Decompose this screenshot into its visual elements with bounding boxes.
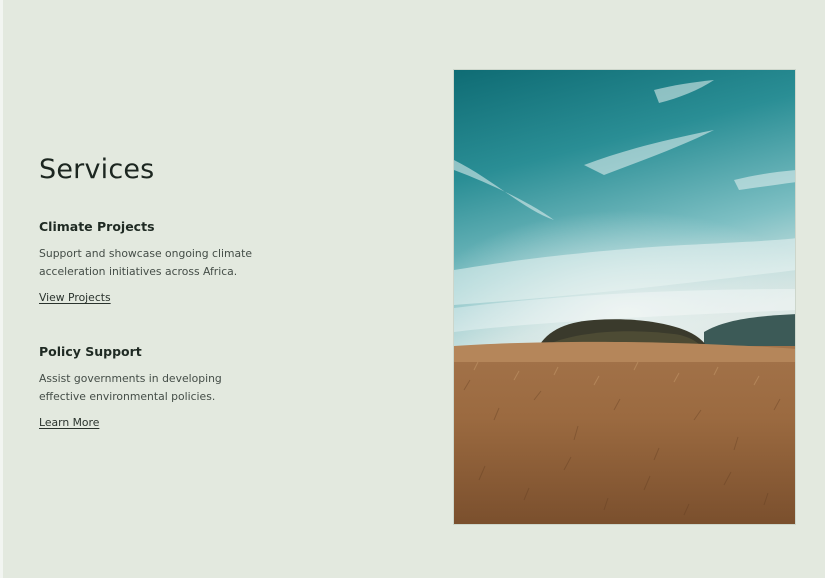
- learn-more-link[interactable]: Learn More: [39, 416, 99, 429]
- landscape-photo: [453, 69, 796, 525]
- service-climate-projects: Climate Projects Support and showcase on…: [39, 218, 299, 305]
- service-description: Assist governments in developing effecti…: [39, 372, 222, 403]
- service-description: Support and showcase ongoing climate acc…: [39, 247, 252, 278]
- service-title: Climate Projects: [39, 219, 155, 234]
- view-projects-link[interactable]: View Projects: [39, 291, 111, 304]
- service-policy-support: Policy Support Assist governments in dev…: [39, 343, 299, 430]
- landscape-image: [454, 70, 795, 524]
- page-title: Services: [39, 154, 155, 185]
- service-title: Policy Support: [39, 344, 142, 359]
- services-section: Services Climate Projects Support and sh…: [39, 150, 299, 429]
- page-left-edge: [0, 0, 3, 578]
